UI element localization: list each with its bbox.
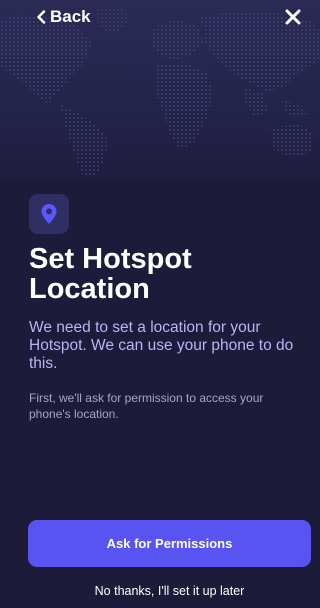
back-button[interactable]: Back <box>36 6 91 28</box>
page-title: Set Hotspot Location <box>29 243 192 305</box>
top-navigation-bar: Back <box>0 0 320 34</box>
back-button-label: Back <box>50 7 91 26</box>
permission-note: First, we'll ask for permission to acces… <box>29 391 264 421</box>
chevron-left-icon <box>37 10 46 24</box>
location-description: We need to set a location for your Hotsp… <box>29 319 294 372</box>
location-badge <box>29 194 69 234</box>
skip-setup-link[interactable]: No thanks, I'll set it up later <box>28 580 311 602</box>
location-pin-icon <box>41 204 57 224</box>
ask-permissions-button[interactable]: Ask for Permissions <box>28 520 311 567</box>
hotspot-location-screen: Back Set Hotspot Location We need to set… <box>0 0 320 608</box>
close-icon[interactable] <box>282 6 304 28</box>
